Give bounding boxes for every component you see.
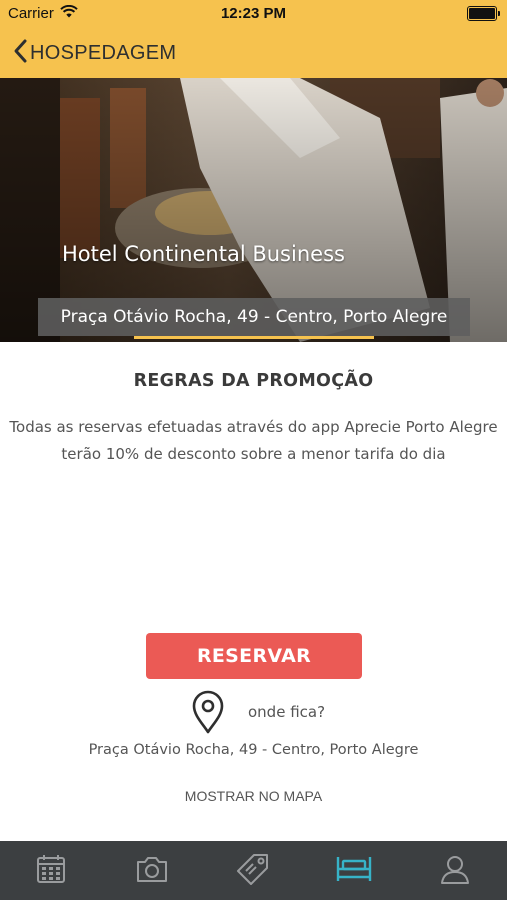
tab-profile[interactable] bbox=[404, 841, 505, 900]
tab-calendar[interactable] bbox=[0, 841, 101, 900]
rules-text: Todas as reservas efetuadas através do a… bbox=[0, 414, 507, 468]
tab-lodging[interactable] bbox=[303, 841, 404, 900]
location-address: Praça Otávio Rocha, 49 - Centro, Porto A… bbox=[88, 742, 419, 758]
tab-bar bbox=[0, 841, 507, 900]
hotel-hero: Hotel Continental Business Praça Otávio … bbox=[0, 78, 507, 342]
clock: 12:23 PM bbox=[220, 5, 287, 22]
chevron-left-icon bbox=[12, 38, 28, 68]
show-on-map-link[interactable]: MOSTRAR NO MAPA bbox=[0, 788, 507, 804]
tag-icon bbox=[236, 852, 270, 890]
user-icon bbox=[439, 853, 471, 889]
rules-line-2: terão 10% de desconto sobre a menor tari… bbox=[61, 445, 446, 463]
camera-icon bbox=[135, 854, 169, 888]
accent-underline bbox=[134, 336, 374, 339]
back-button[interactable]: HOSPEDAGEM bbox=[12, 38, 176, 68]
bed-icon bbox=[334, 853, 374, 889]
hotel-address-banner: Praça Otávio Rocha, 49 - Centro, Porto A… bbox=[38, 298, 470, 336]
nav-bar: HOSPEDAGEM bbox=[0, 28, 507, 78]
hotel-name: Hotel Continental Business bbox=[62, 242, 345, 266]
where-label: onde fica? bbox=[248, 703, 326, 721]
tab-promotions[interactable] bbox=[202, 841, 303, 900]
page-title: HOSPEDAGEM bbox=[30, 41, 177, 64]
calendar-icon bbox=[35, 853, 67, 889]
reserve-button[interactable]: RESERVAR bbox=[146, 633, 362, 679]
status-bar: Carrier 12:23 PM bbox=[0, 0, 507, 28]
rules-title: REGRAS DA PROMOÇÃO bbox=[133, 371, 374, 391]
tab-camera[interactable] bbox=[101, 841, 202, 900]
battery-icon bbox=[467, 6, 500, 21]
map-pin-icon bbox=[190, 689, 226, 739]
rules-line-1: Todas as reservas efetuadas através do a… bbox=[9, 418, 498, 436]
